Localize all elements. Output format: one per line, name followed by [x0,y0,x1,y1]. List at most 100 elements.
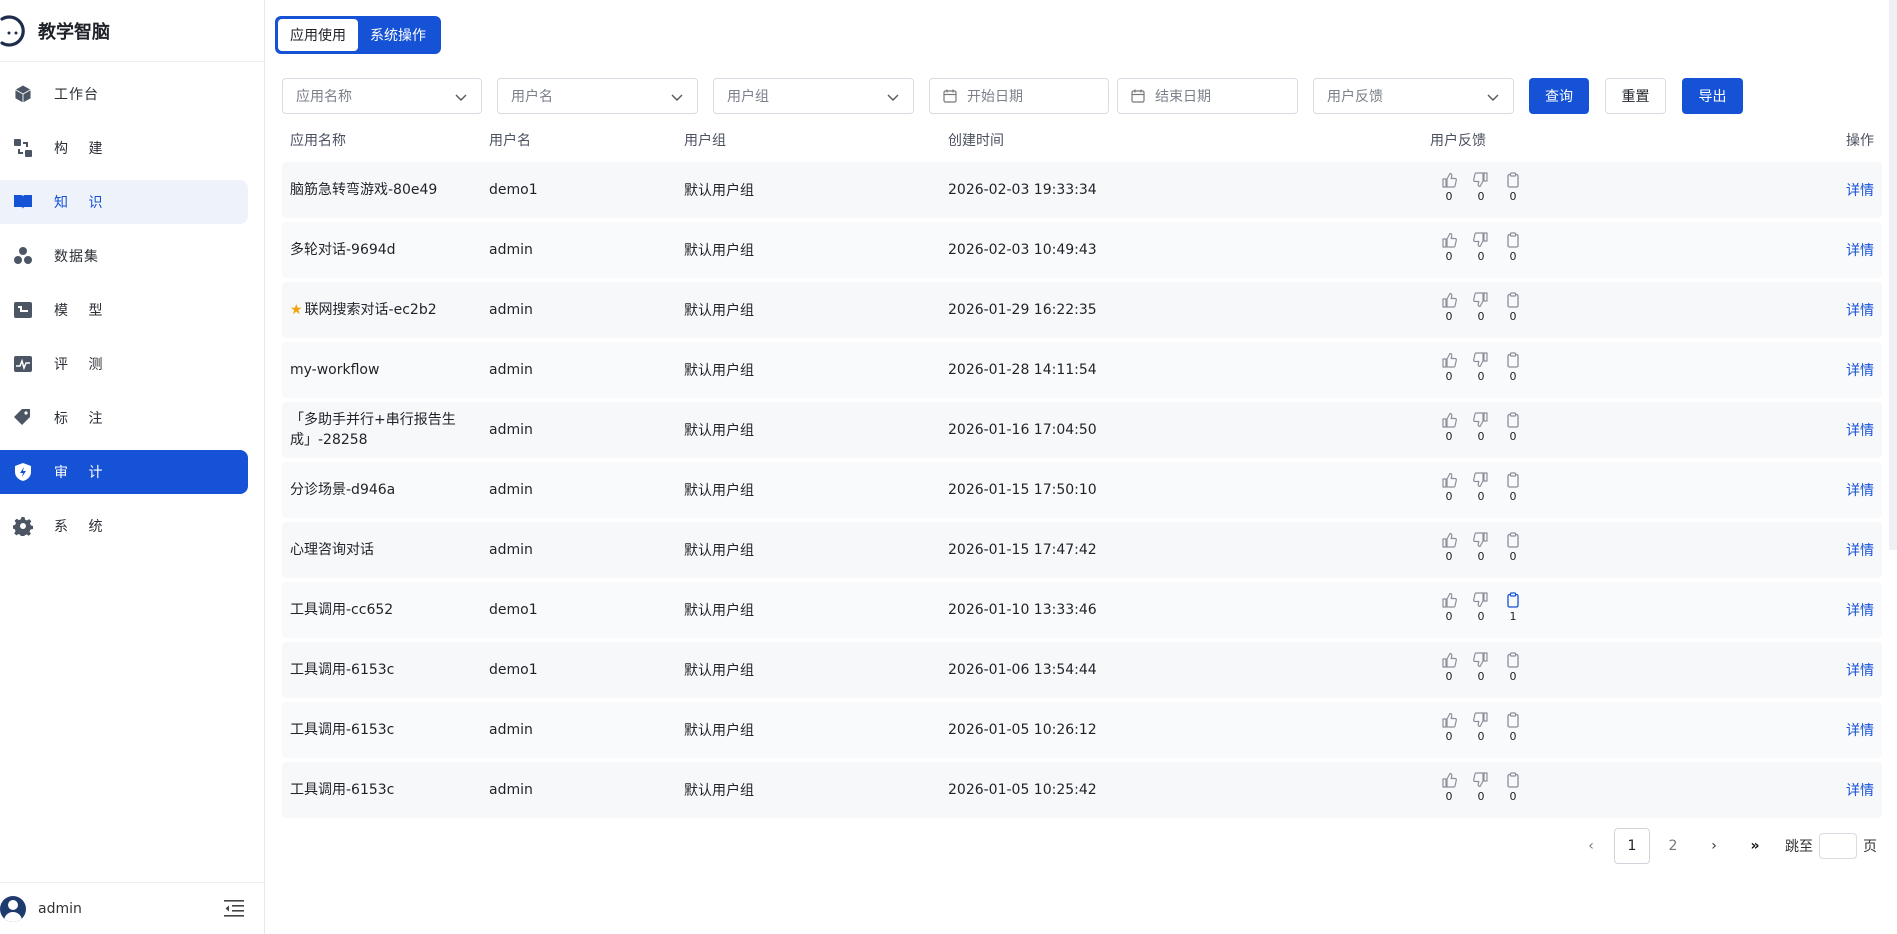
dislike-stat: 0 [1465,412,1497,443]
app-name-text: 工具调用-cc652 [290,602,394,618]
table-row: 分诊场景-d946a admin 默认用户组 2026-01-15 17:50:10 0… [282,462,1882,518]
table-header: 应用名称 用户名 用户组 创建时间 用户反馈 操作 [282,124,1882,162]
table-row: ★ 联网搜索对话-ec2b2 admin 默认用户组 2026-01-29 16:22:… [282,282,1882,338]
sidebar-item-4[interactable]: 模 型 [0,288,248,332]
collapse-menu-icon[interactable] [224,899,244,917]
book-icon [12,191,34,213]
user-group-select[interactable]: 用户组 [713,78,914,114]
thumbs-down-icon [1473,292,1488,308]
detail-link[interactable]: 详情 [1846,462,1874,518]
dislike-stat: 0 [1465,172,1497,203]
tab-system-operations[interactable]: 系统操作 [358,19,438,51]
thumbs-down-icon [1473,232,1488,248]
cell-user-group: 默认用户组 [684,783,754,799]
cell-user-name: admin [489,542,533,558]
detail-link[interactable]: 详情 [1846,342,1874,398]
detail-link[interactable]: 详情 [1846,702,1874,758]
calendar-icon [943,89,957,103]
feedback-cell: 0 0 0 [1433,352,1529,383]
app-name-text: 脑筋急转弯游戏-80e49 [290,182,438,198]
sidebar-item-0[interactable]: 工作台 [0,72,248,116]
note-count: 0 [1509,490,1517,503]
dislike-stat: 0 [1465,652,1497,683]
detail-link[interactable]: 详情 [1846,582,1874,638]
detail-link[interactable]: 详情 [1846,642,1874,698]
like-count: 0 [1445,190,1453,203]
end-date-picker[interactable]: 结束日期 [1117,78,1298,114]
header-feedback: 用户反馈 [1430,133,1486,149]
detail-link[interactable]: 详情 [1846,282,1874,338]
sidebar-item-label: 审 计 [54,465,111,481]
prev-page-button[interactable]: ‹ [1573,828,1609,864]
chevron-down-icon [671,94,683,101]
note-count: 0 [1509,670,1517,683]
dislike-stat: 0 [1465,352,1497,383]
user-name-select[interactable]: 用户名 [497,78,698,114]
feedback-cell: 0 0 0 [1433,772,1529,803]
jump-page-input[interactable] [1819,833,1857,859]
sidebar-item-7[interactable]: 审 计 [0,450,248,494]
end-date-placeholder: 结束日期 [1155,89,1211,105]
detail-link[interactable]: 详情 [1846,162,1874,218]
tab-switcher: 应用使用 系统操作 [275,16,441,54]
thumbs-down-icon [1473,532,1488,548]
thumbs-up-icon [1442,652,1457,668]
page-button-2[interactable]: 2 [1655,828,1691,864]
feedback-select[interactable]: 用户反馈 [1313,78,1514,114]
sidebar-item-1[interactable]: 构 建 [0,126,248,170]
detail-link[interactable]: 详情 [1846,402,1874,458]
brand-title: 教学智脑 [38,21,110,43]
start-date-picker[interactable]: 开始日期 [929,78,1109,114]
query-button[interactable]: 查询 [1529,78,1589,114]
sidebar-item-label: 工作台 [54,87,99,103]
like-count: 0 [1445,670,1453,683]
sidebar-item-label: 系 统 [54,519,111,535]
thumbs-down-icon [1473,712,1488,728]
cell-app-name: 多轮对话-9694d [290,222,480,278]
note-stat: 0 [1497,712,1529,743]
thumbs-up-icon [1442,772,1457,788]
avatar[interactable] [0,895,26,922]
detail-link[interactable]: 详情 [1846,762,1874,818]
app-name-select[interactable]: 应用名称 [282,78,482,114]
cell-user-name: admin [489,722,533,738]
sidebar-item-6[interactable]: 标 注 [0,396,248,440]
sidebar-item-3[interactable]: 数据集 [0,234,248,278]
like-stat: 0 [1433,592,1465,623]
cell-user-group: 默认用户组 [684,663,754,679]
cell-user-group: 默认用户组 [684,363,754,379]
sidebar-item-8[interactable]: 系 统 [0,504,248,548]
detail-link[interactable]: 详情 [1846,222,1874,278]
cell-user-name: admin [489,422,533,438]
scrollbar[interactable] [1889,0,1897,550]
clipboard-icon [1507,532,1519,548]
dislike-count: 0 [1477,370,1485,383]
like-stat: 0 [1433,352,1465,383]
shield-icon [12,461,34,483]
note-count: 0 [1509,310,1517,323]
note-stat: 0 [1497,652,1529,683]
thumbs-down-icon [1473,172,1488,188]
jump-label: 跳至 [1785,839,1813,855]
cell-user-group: 默认用户组 [684,183,754,199]
logo-icon [0,14,25,47]
feedback-cell: 0 0 0 [1433,712,1529,743]
tab-app-usage[interactable]: 应用使用 [278,19,358,51]
model-icon [12,299,34,321]
next-page-button[interactable]: › [1696,828,1732,864]
like-count: 0 [1445,490,1453,503]
like-count: 0 [1445,550,1453,563]
sidebar-item-5[interactable]: 评 测 [0,342,248,386]
export-button[interactable]: 导出 [1682,78,1743,114]
cell-created-time: 2026-01-15 17:47:42 [948,542,1097,558]
page-button-1[interactable]: 1 [1614,828,1650,864]
sidebar-item-2[interactable]: 知 识 [0,180,248,224]
sidebar-item-label: 构 建 [54,141,111,157]
sidebar-item-label: 模 型 [54,303,111,319]
detail-link[interactable]: 详情 [1846,522,1874,578]
cell-created-time: 2026-01-16 17:04:50 [948,422,1097,438]
cell-app-name: ★ 联网搜索对话-ec2b2 [290,282,480,338]
reset-button[interactable]: 重置 [1605,78,1666,114]
last-page-button[interactable]: » [1737,828,1773,864]
table-row: 脑筋急转弯游戏-80e49 demo1 默认用户组 2026-02-03 19:33:… [282,162,1882,218]
